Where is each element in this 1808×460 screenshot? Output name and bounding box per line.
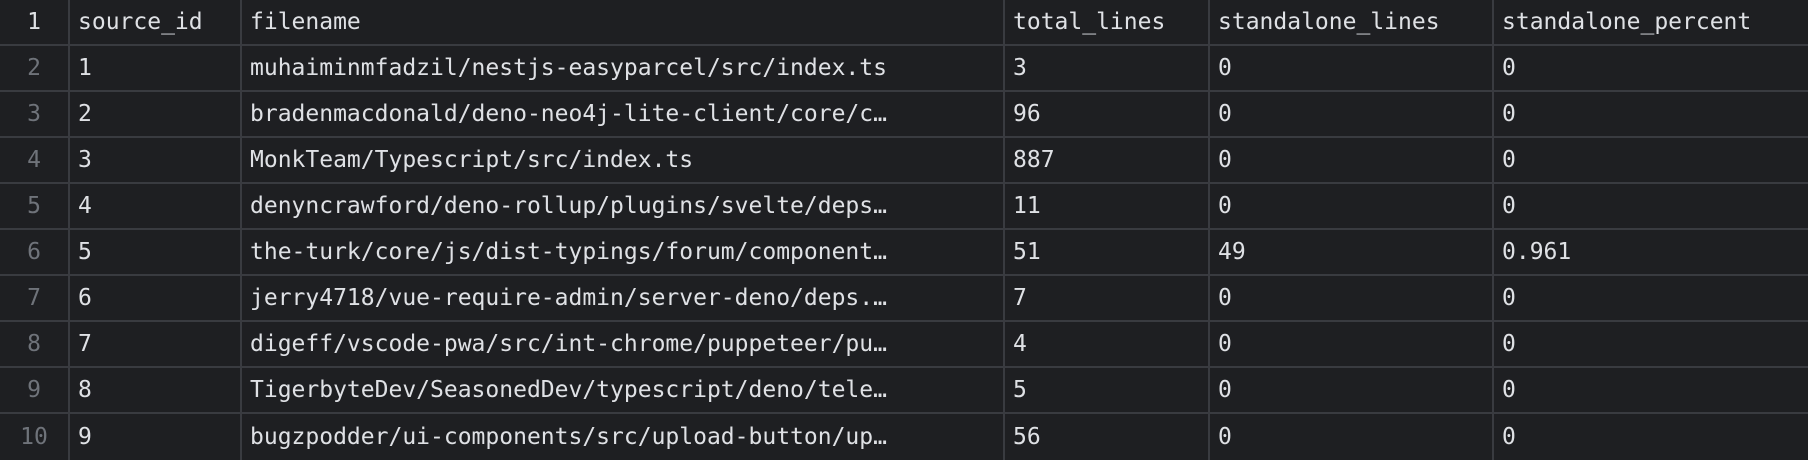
cell-standalone-percent[interactable]: 0 <box>1494 322 1808 366</box>
cell-filename[interactable]: bugzpodder/ui-components/src/upload-butt… <box>242 414 1005 460</box>
cell-source-id[interactable]: 5 <box>70 230 242 274</box>
row-number: 5 <box>0 184 70 228</box>
cell-total-lines[interactable]: 4 <box>1005 322 1210 366</box>
cell-source-id[interactable]: 3 <box>70 138 242 182</box>
row-number: 8 <box>0 322 70 366</box>
cell-source-id[interactable]: 7 <box>70 322 242 366</box>
cell-total-lines[interactable]: 11 <box>1005 184 1210 228</box>
cell-standalone-lines[interactable]: 0 <box>1210 184 1494 228</box>
cell-filename[interactable]: digeff/vscode-pwa/src/int-chrome/puppete… <box>242 322 1005 366</box>
cell-standalone-percent[interactable]: 0 <box>1494 138 1808 182</box>
cell-filename[interactable]: denyncrawford/deno-rollup/plugins/svelte… <box>242 184 1005 228</box>
cell-standalone-percent[interactable]: 0 <box>1494 92 1808 136</box>
row-number: 2 <box>0 46 70 90</box>
row-number: 10 <box>0 414 70 460</box>
cell-filename[interactable]: muhaiminmfadzil/nestjs-easyparcel/src/in… <box>242 46 1005 90</box>
cell-standalone-percent[interactable]: 0.961 <box>1494 230 1808 274</box>
cell-standalone-percent[interactable]: 0 <box>1494 46 1808 90</box>
table-row[interactable]: 2 1 muhaiminmfadzil/nestjs-easyparcel/src/… <box>0 46 1808 92</box>
header-row: 1 source_id filename total_lines standal… <box>0 0 1808 46</box>
cell-total-lines[interactable]: 51 <box>1005 230 1210 274</box>
column-header-standalone-percent[interactable]: standalone_percent <box>1494 0 1808 44</box>
cell-filename[interactable]: the-turk/core/js/dist-typings/forum/comp… <box>242 230 1005 274</box>
cell-standalone-lines[interactable]: 0 <box>1210 414 1494 460</box>
column-header-standalone-lines[interactable]: standalone_lines <box>1210 0 1494 44</box>
cell-source-id[interactable]: 1 <box>70 46 242 90</box>
cell-standalone-percent[interactable]: 0 <box>1494 184 1808 228</box>
cell-standalone-lines[interactable]: 0 <box>1210 138 1494 182</box>
cell-filename[interactable]: bradenmacdonald/deno-neo4j-lite-client/c… <box>242 92 1005 136</box>
cell-standalone-percent[interactable]: 0 <box>1494 368 1808 412</box>
cell-total-lines[interactable]: 3 <box>1005 46 1210 90</box>
cell-total-lines[interactable]: 96 <box>1005 92 1210 136</box>
cell-filename[interactable]: TigerbyteDev/SeasonedDev/typescript/deno… <box>242 368 1005 412</box>
table-row[interactable]: 4 3 MonkTeam/Typescript/src/index.ts 887 0 0 <box>0 138 1808 184</box>
row-number: 4 <box>0 138 70 182</box>
column-header-filename[interactable]: filename <box>242 0 1005 44</box>
cell-filename[interactable]: MonkTeam/Typescript/src/index.ts <box>242 138 1005 182</box>
row-number: 7 <box>0 276 70 320</box>
table-row[interactable]: 3 2 bradenmacdonald/deno-neo4j-lite-client… <box>0 92 1808 138</box>
cell-standalone-lines[interactable]: 49 <box>1210 230 1494 274</box>
row-number: 1 <box>0 0 70 44</box>
cell-total-lines[interactable]: 5 <box>1005 368 1210 412</box>
cell-source-id[interactable]: 4 <box>70 184 242 228</box>
column-header-total-lines[interactable]: total_lines <box>1005 0 1210 44</box>
row-number: 9 <box>0 368 70 412</box>
cell-total-lines[interactable]: 7 <box>1005 276 1210 320</box>
cell-total-lines[interactable]: 56 <box>1005 414 1210 460</box>
cell-standalone-percent[interactable]: 0 <box>1494 276 1808 320</box>
cell-standalone-lines[interactable]: 0 <box>1210 92 1494 136</box>
cell-standalone-lines[interactable]: 0 <box>1210 368 1494 412</box>
column-header-source-id[interactable]: source_id <box>70 0 242 44</box>
cell-standalone-lines[interactable]: 0 <box>1210 46 1494 90</box>
table-row[interactable]: 8 7 digeff/vscode-pwa/src/int-chrome/puppe… <box>0 322 1808 368</box>
table-row[interactable]: 7 6 jerry4718/vue-require-admin/server-den… <box>0 276 1808 322</box>
table-row[interactable]: 10 9 bugzpodder/ui-components/src/upload-b… <box>0 414 1808 460</box>
cell-source-id[interactable]: 9 <box>70 414 242 460</box>
cell-filename[interactable]: jerry4718/vue-require-admin/server-deno/… <box>242 276 1005 320</box>
table-row[interactable]: 5 4 denyncrawford/deno-rollup/plugins/svel… <box>0 184 1808 230</box>
data-grid: 1 source_id filename total_lines standal… <box>0 0 1808 460</box>
cell-source-id[interactable]: 6 <box>70 276 242 320</box>
cell-source-id[interactable]: 8 <box>70 368 242 412</box>
cell-standalone-percent[interactable]: 0 <box>1494 414 1808 460</box>
row-number: 3 <box>0 92 70 136</box>
table-row[interactable]: 9 8 TigerbyteDev/SeasonedDev/typescript/de… <box>0 368 1808 414</box>
cell-standalone-lines[interactable]: 0 <box>1210 322 1494 366</box>
table-row[interactable]: 6 5 the-turk/core/js/dist-typings/forum/co… <box>0 230 1808 276</box>
row-number: 6 <box>0 230 70 274</box>
cell-standalone-lines[interactable]: 0 <box>1210 276 1494 320</box>
cell-total-lines[interactable]: 887 <box>1005 138 1210 182</box>
cell-source-id[interactable]: 2 <box>70 92 242 136</box>
